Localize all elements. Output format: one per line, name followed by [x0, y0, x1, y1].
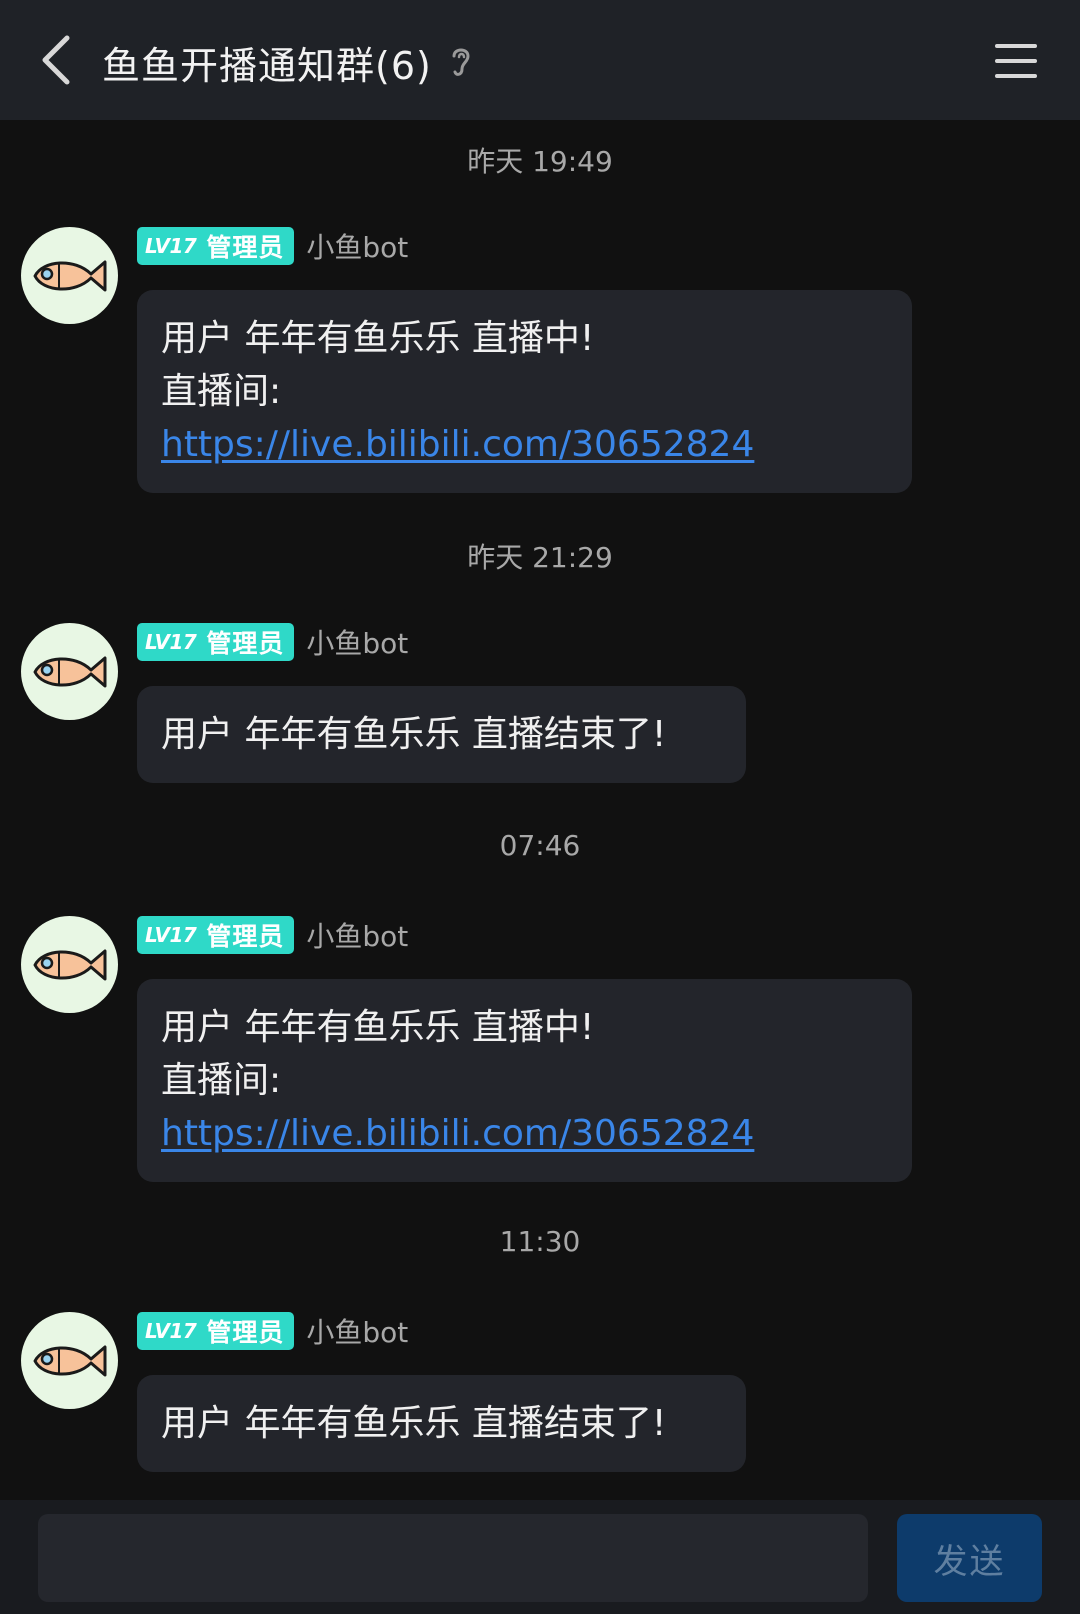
- message-list[interactable]: 昨天 19:49 LV17 管理员 小鱼bot 用户 年年有鱼乐乐 直播中! 直…: [0, 120, 1080, 1500]
- level-badge: LV17 管理员: [137, 916, 295, 954]
- badge-level: LV17: [145, 234, 197, 258]
- sender-name[interactable]: 小鱼bot: [306, 915, 408, 955]
- badge-role: 管理员: [206, 233, 285, 262]
- sender-name[interactable]: 小鱼bot: [306, 1311, 408, 1351]
- back-button[interactable]: [26, 30, 86, 90]
- message-text: 用户 年年有鱼乐乐 直播中!: [161, 318, 595, 359]
- message-meta: LV17 管理员 小鱼bot: [137, 226, 408, 266]
- fish-icon: [33, 260, 106, 291]
- message-bubble[interactable]: 用户 年年有鱼乐乐 直播中! 直播间: https://live.bilibil…: [137, 290, 912, 493]
- avatar[interactable]: [21, 1312, 118, 1409]
- fish-icon: [33, 949, 106, 980]
- live-room-link[interactable]: https://live.bilibili.com/30652824: [161, 418, 888, 471]
- level-badge: LV17 管理员: [137, 623, 295, 661]
- level-badge: LV17 管理员: [137, 227, 295, 265]
- badge-level: LV17: [145, 1319, 197, 1343]
- message-meta: LV17 管理员 小鱼bot: [137, 622, 408, 662]
- fish-icon: [33, 656, 106, 687]
- chevron-left-icon: [42, 35, 70, 85]
- message-meta: LV17 管理员 小鱼bot: [137, 915, 408, 955]
- message-bubble[interactable]: 用户 年年有鱼乐乐 直播结束了!: [137, 1375, 746, 1472]
- badge-role: 管理员: [206, 629, 285, 658]
- timestamp: 07:46: [499, 829, 581, 862]
- badge-role: 管理员: [206, 922, 285, 951]
- send-button[interactable]: 发送: [897, 1514, 1042, 1602]
- message-text: 直播间:: [161, 1060, 282, 1101]
- ear-icon: [446, 42, 476, 82]
- message-text: 直播间:: [161, 371, 282, 412]
- timestamp: 11:30: [499, 1225, 581, 1258]
- badge-role: 管理员: [206, 1318, 285, 1347]
- avatar[interactable]: [21, 623, 118, 720]
- menu-button[interactable]: [988, 36, 1044, 86]
- badge-level: LV17: [145, 923, 197, 947]
- title-group: 鱼鱼开播通知群(6): [102, 36, 476, 88]
- message-bubble[interactable]: 用户 年年有鱼乐乐 直播中! 直播间: https://live.bilibil…: [137, 979, 912, 1182]
- badge-level: LV17: [145, 630, 197, 654]
- avatar[interactable]: [21, 227, 118, 324]
- message-text: 用户 年年有鱼乐乐 直播中!: [161, 1007, 595, 1048]
- fish-icon: [33, 1345, 106, 1376]
- message-text: 用户 年年有鱼乐乐 直播结束了!: [161, 1403, 667, 1444]
- chat-header: 鱼鱼开播通知群(6): [0, 0, 1080, 120]
- timestamp: 昨天 19:49: [467, 145, 613, 178]
- live-room-link[interactable]: https://live.bilibili.com/30652824: [161, 1107, 888, 1160]
- avatar[interactable]: [21, 916, 118, 1013]
- chat-title: 鱼鱼开播通知群(6): [102, 43, 432, 88]
- hamburger-menu-icon: [995, 44, 1037, 78]
- level-badge: LV17 管理员: [137, 1312, 295, 1350]
- message-text: 用户 年年有鱼乐乐 直播结束了!: [161, 714, 667, 755]
- message-input[interactable]: [38, 1514, 868, 1602]
- timestamp: 昨天 21:29: [467, 541, 613, 574]
- sender-name[interactable]: 小鱼bot: [306, 622, 408, 662]
- message-meta: LV17 管理员 小鱼bot: [137, 1311, 408, 1351]
- sender-name[interactable]: 小鱼bot: [306, 226, 408, 266]
- message-bubble[interactable]: 用户 年年有鱼乐乐 直播结束了!: [137, 686, 746, 783]
- composer-bar: 发送: [0, 1500, 1080, 1614]
